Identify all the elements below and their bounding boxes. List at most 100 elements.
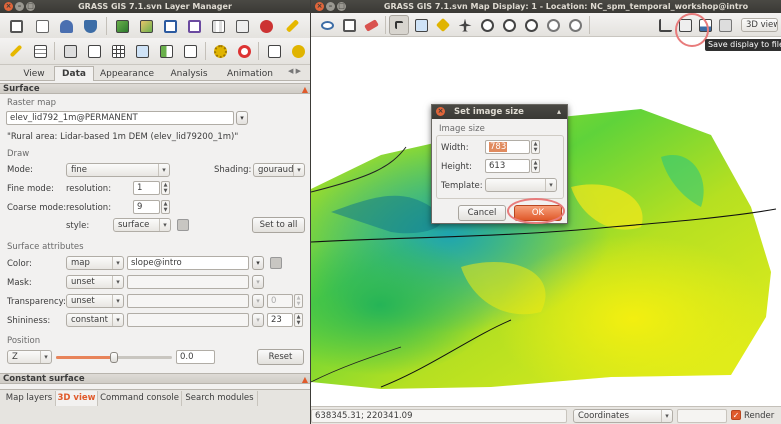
chevron-down-icon: ▾ [661,410,672,422]
constant-surface-section-header[interactable]: Constant surface ▲ [0,373,310,384]
color-swatch[interactable] [270,257,282,269]
mode-select[interactable]: fine ▾ [66,163,170,177]
tab-analysis[interactable]: Analysis [160,66,218,81]
render-checkbox[interactable]: ✓ [731,410,741,420]
cancel-button[interactable]: Cancel [458,205,506,221]
map-calculator-button[interactable] [60,41,80,61]
fly-button[interactable] [455,15,475,35]
template-select[interactable]: ▾ [485,178,557,192]
transparency-map-input[interactable] [127,294,249,308]
cartographic-composer-button[interactable] [180,41,200,61]
tab-3d-view[interactable]: 3D view [56,391,98,406]
surface-section-header[interactable]: Surface ▲ [0,83,310,94]
remove-layer-button[interactable] [256,16,276,36]
georectify-button[interactable] [84,41,104,61]
extension-button[interactable] [288,41,308,61]
mask-map-dropdown[interactable]: ▾ [252,275,264,289]
position-axis-select[interactable]: Z ▾ [7,350,52,364]
transparency-mode-select[interactable]: unset ▾ [66,294,124,308]
height-input[interactable]: 613 [485,159,530,173]
shininess-value-input[interactable]: 23 [267,313,293,327]
grid-button[interactable] [108,41,128,61]
color-mode-select[interactable]: map ▾ [66,256,124,270]
shininess-mode-select[interactable]: constant ▾ [66,313,124,327]
gear-icon [213,44,227,58]
shininess-map-dropdown[interactable]: ▾ [252,313,264,327]
raster-map-dropdown[interactable]: ▾ [236,111,248,125]
add-group-button[interactable] [208,16,228,36]
tab-appearance[interactable]: Appearance [96,66,158,81]
new-display-button[interactable] [6,16,26,36]
workspace-new-button[interactable] [32,16,52,36]
zoom-back-button[interactable] [543,15,563,35]
zoom-in-button[interactable] [477,15,497,35]
raster-map-input[interactable]: elev_lid792_1m@PERMANENT [6,111,234,125]
zoom-out-button[interactable] [499,15,519,35]
help-button[interactable] [234,41,254,61]
tab-animation[interactable]: Animation [220,66,280,81]
pan-button[interactable] [433,15,453,35]
style-select[interactable]: surface ▾ [113,218,171,232]
wire-color-swatch[interactable] [177,219,189,231]
tab-data[interactable]: Data [54,66,94,81]
tab-command-console[interactable]: Command console [98,391,182,406]
reset-button[interactable]: Reset [257,349,304,365]
position-slider-handle[interactable] [110,352,118,363]
transparency-value-input[interactable]: 0 [267,294,293,308]
transparency-spinner[interactable]: ▲ ▼ [294,294,303,308]
height-spinner[interactable]: ▲ ▼ [531,159,540,173]
add-raster-button[interactable] [112,16,132,36]
graphical-modeler-button[interactable] [132,41,152,61]
fine-resolution-spinner[interactable]: ▲ ▼ [161,181,170,195]
render-map-button[interactable] [339,15,359,35]
width-spinner[interactable]: ▲ ▼ [531,140,540,154]
workspace-save-button[interactable] [80,16,100,36]
coarse-resolution-spinner[interactable]: ▲ ▼ [161,200,170,214]
chevron-down-icon: ▾ [545,179,556,191]
close-icon[interactable]: × [436,107,445,116]
attribute-table-button[interactable] [30,41,50,61]
display-mode-select[interactable]: 3D view [741,18,778,32]
edit-button[interactable] [6,41,26,61]
mask-mode-select[interactable]: unset ▾ [66,275,124,289]
python-shell-button[interactable] [264,41,284,61]
map-swipe-button[interactable] [156,41,176,61]
add-vector-button[interactable] [160,16,180,36]
analyze-button[interactable] [655,15,675,35]
zoom-extent-button[interactable] [521,15,541,35]
tab-view[interactable]: View [14,66,54,81]
add-vector-misc-button[interactable] [184,16,204,36]
add-overlay-button[interactable] [232,16,252,36]
add-raster-misc-button[interactable] [136,16,156,36]
print-button[interactable] [715,15,735,35]
workspace-open-button[interactable] [56,16,76,36]
transparency-map-dropdown[interactable]: ▾ [252,294,264,308]
chevron-down-icon: ▾ [159,219,170,231]
mask-map-input[interactable] [127,275,249,289]
zoom-menu-button[interactable] [565,15,585,35]
query-button[interactable] [411,15,431,35]
set-to-all-button[interactable]: Set to all [252,217,305,233]
position-value-input[interactable]: 0.0 [176,350,215,364]
settings-button[interactable] [210,41,230,61]
color-map-dropdown[interactable]: ▾ [252,256,264,270]
tab-scroll-arrows[interactable]: ◀ ▶ [288,67,301,75]
statusbar-mode-select[interactable]: Coordinates ▾ [573,409,673,423]
pointer-tool-button[interactable] [389,15,409,35]
width-input[interactable]: 783 [485,140,530,154]
monitor-icon [9,19,23,33]
fine-resolution-input[interactable]: 1 [133,181,160,195]
edit-layer-button[interactable] [282,16,302,36]
collapse-arrow-icon[interactable]: ▲ [302,84,308,95]
tab-map-layers[interactable]: Map layers [3,391,56,406]
dialog-menu-icon[interactable]: ▴ [557,105,561,119]
shininess-map-input[interactable] [127,313,249,327]
color-map-input[interactable]: slope@intro [127,256,249,270]
tab-search-modules[interactable]: Search modules [182,391,258,406]
collapse-arrow-icon[interactable]: ▲ [302,374,308,385]
shading-select[interactable]: gouraud ▾ [253,163,305,177]
shininess-spinner[interactable]: ▲ ▼ [294,313,303,327]
erase-button[interactable] [361,15,381,35]
display-map-button[interactable] [317,15,337,35]
coarse-resolution-input[interactable]: 9 [133,200,160,214]
